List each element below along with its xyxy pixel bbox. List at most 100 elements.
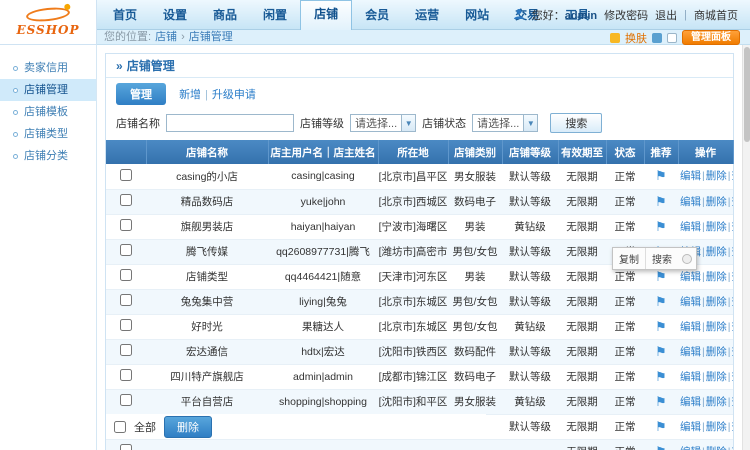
row-checkbox[interactable] [120, 319, 132, 331]
action-delete[interactable]: 删除 [706, 271, 727, 283]
shop-name-input[interactable] [166, 114, 294, 132]
action-delete[interactable]: 删除 [706, 221, 727, 233]
nav-item-home[interactable]: 首页 [100, 0, 150, 30]
shop-grade-select[interactable]: 请选择... ▼ [350, 114, 417, 132]
action-edit[interactable]: 编辑 [680, 421, 701, 433]
logout-link[interactable]: 退出 [655, 7, 677, 23]
action-view-shop[interactable]: 查店铺 [731, 396, 733, 408]
mall-home-link[interactable]: 商城首页 [694, 7, 738, 23]
scrollbar-thumb[interactable] [744, 47, 750, 142]
action-delete[interactable]: 删除 [706, 371, 727, 383]
recommend-flag-icon[interactable]: ⚑ [655, 419, 667, 434]
shop-status-select[interactable]: 请选择... ▼ [472, 114, 539, 132]
recommend-flag-icon[interactable]: ⚑ [655, 319, 667, 334]
row-checkbox[interactable] [120, 444, 132, 450]
tab-links: 新增 | 升级申请 [179, 89, 256, 101]
action-delete[interactable]: 删除 [706, 446, 727, 450]
action-delete[interactable]: 删除 [706, 196, 727, 208]
popup-search-button[interactable]: 搜索 [645, 248, 678, 269]
change-password-link[interactable]: 修改密码 [604, 7, 648, 23]
row-checkbox[interactable] [120, 219, 132, 231]
sidebar-item-shop-template[interactable]: 店铺模板 [0, 101, 96, 123]
action-edit[interactable]: 编辑 [680, 221, 701, 233]
admin-panel-button[interactable]: 管理面板 [682, 30, 740, 45]
action-delete[interactable]: 删除 [706, 396, 727, 408]
row-checkbox[interactable] [120, 194, 132, 206]
row-checkbox[interactable] [120, 369, 132, 381]
action-view-shop[interactable]: 查店铺 [731, 196, 733, 208]
action-delete[interactable]: 删除 [706, 346, 727, 358]
tab-manage[interactable]: 管理 [116, 83, 166, 105]
action-view-shop[interactable]: 查店铺 [731, 170, 733, 182]
copy-button[interactable]: 复制 [613, 248, 645, 269]
batch-delete-button[interactable]: 删除 [164, 415, 212, 438]
tab-add[interactable]: 新增 [179, 89, 201, 101]
row-checkbox[interactable] [120, 294, 132, 306]
recommend-flag-icon[interactable]: ⚑ [655, 394, 667, 409]
action-edit[interactable]: 编辑 [680, 296, 701, 308]
action-view-shop[interactable]: 查店铺 [731, 246, 733, 258]
monitor-icon[interactable] [667, 32, 677, 43]
sidebar-item-shop-type[interactable]: 店铺类型 [0, 123, 96, 145]
action-view-shop[interactable]: 查店铺 [731, 321, 733, 333]
nav-item-operation[interactable]: 运营 [402, 0, 452, 30]
recommend-flag-icon[interactable]: ⚑ [655, 269, 667, 284]
action-view-shop[interactable]: 查店铺 [731, 221, 733, 233]
cell-valid-until: 无限期 [558, 239, 606, 265]
nav-item-secondhand[interactable]: 闲置 [250, 0, 300, 30]
action-delete[interactable]: 删除 [706, 246, 727, 258]
action-view-shop[interactable]: 查店铺 [731, 271, 733, 283]
nav-item-shop[interactable]: 店铺 [300, 0, 353, 30]
action-edit[interactable]: 编辑 [680, 346, 701, 358]
row-checkbox[interactable] [120, 168, 132, 181]
recommend-flag-icon[interactable]: ⚑ [655, 344, 667, 359]
row-checkbox[interactable] [120, 244, 132, 256]
select-all-checkbox[interactable] [114, 420, 126, 433]
recommend-flag-icon[interactable]: ⚑ [655, 168, 667, 183]
action-edit[interactable]: 编辑 [680, 196, 701, 208]
recommend-flag-icon[interactable]: ⚑ [655, 219, 667, 234]
breadcrumb-page[interactable]: 店铺管理 [189, 30, 233, 45]
sidebar-item-seller-credit[interactable]: 卖家信用 [0, 57, 96, 79]
action-delete[interactable]: 删除 [706, 321, 727, 333]
cell-location: [北京市]东城区 [378, 314, 448, 340]
action-edit[interactable]: 编辑 [680, 446, 701, 450]
recommend-flag-icon[interactable]: ⚑ [655, 294, 667, 309]
action-edit[interactable]: 编辑 [680, 321, 701, 333]
action-delete[interactable]: 删除 [706, 296, 727, 308]
nav-item-website[interactable]: 网站 [452, 0, 502, 30]
action-view-shop[interactable]: 查店铺 [731, 446, 733, 450]
nav-item-goods[interactable]: 商品 [200, 0, 250, 30]
action-edit[interactable]: 编辑 [680, 396, 701, 408]
nav-item-member[interactable]: 会员 [352, 0, 402, 30]
grid-icon[interactable] [652, 32, 662, 43]
recommend-flag-icon[interactable]: ⚑ [655, 194, 667, 209]
action-view-shop[interactable]: 查店铺 [731, 296, 733, 308]
sidebar-item-shop-manage[interactable]: 店铺管理 [0, 79, 96, 101]
action-view-shop[interactable]: 查店铺 [731, 371, 733, 383]
cell-valid-until: 无限期 [558, 339, 606, 365]
sidebar-item-shop-category[interactable]: 店铺分类 [0, 145, 96, 167]
action-delete[interactable]: 删除 [706, 421, 727, 433]
action-view-shop[interactable]: 查店铺 [731, 421, 733, 433]
action-view-shop[interactable]: 查店铺 [731, 346, 733, 358]
scrollbar[interactable] [742, 45, 750, 450]
action-delete[interactable]: 删除 [706, 170, 727, 182]
action-edit[interactable]: 编辑 [680, 271, 701, 283]
action-edit[interactable]: 编辑 [680, 170, 701, 182]
search-button[interactable]: 搜索 [550, 113, 603, 133]
nav-item-settings[interactable]: 设置 [150, 0, 200, 30]
recommend-flag-icon[interactable]: ⚑ [655, 444, 667, 450]
logo[interactable]: ESSHOP [0, 0, 97, 45]
breadcrumb-section[interactable]: 店铺 [155, 30, 177, 45]
table-row: 无限期正常⚑编辑|删除|查店铺 [106, 439, 733, 450]
change-skin-link[interactable]: 换肤 [625, 30, 647, 46]
row-checkbox[interactable] [120, 344, 132, 356]
action-edit[interactable]: 编辑 [680, 371, 701, 383]
popup-settings-icon[interactable] [682, 253, 692, 264]
tab-upgrade-apply[interactable]: 升级申请 [212, 89, 256, 101]
recommend-flag-icon[interactable]: ⚑ [655, 369, 667, 384]
skin-icon[interactable] [610, 32, 620, 43]
row-checkbox[interactable] [120, 269, 132, 281]
row-checkbox[interactable] [120, 394, 132, 406]
